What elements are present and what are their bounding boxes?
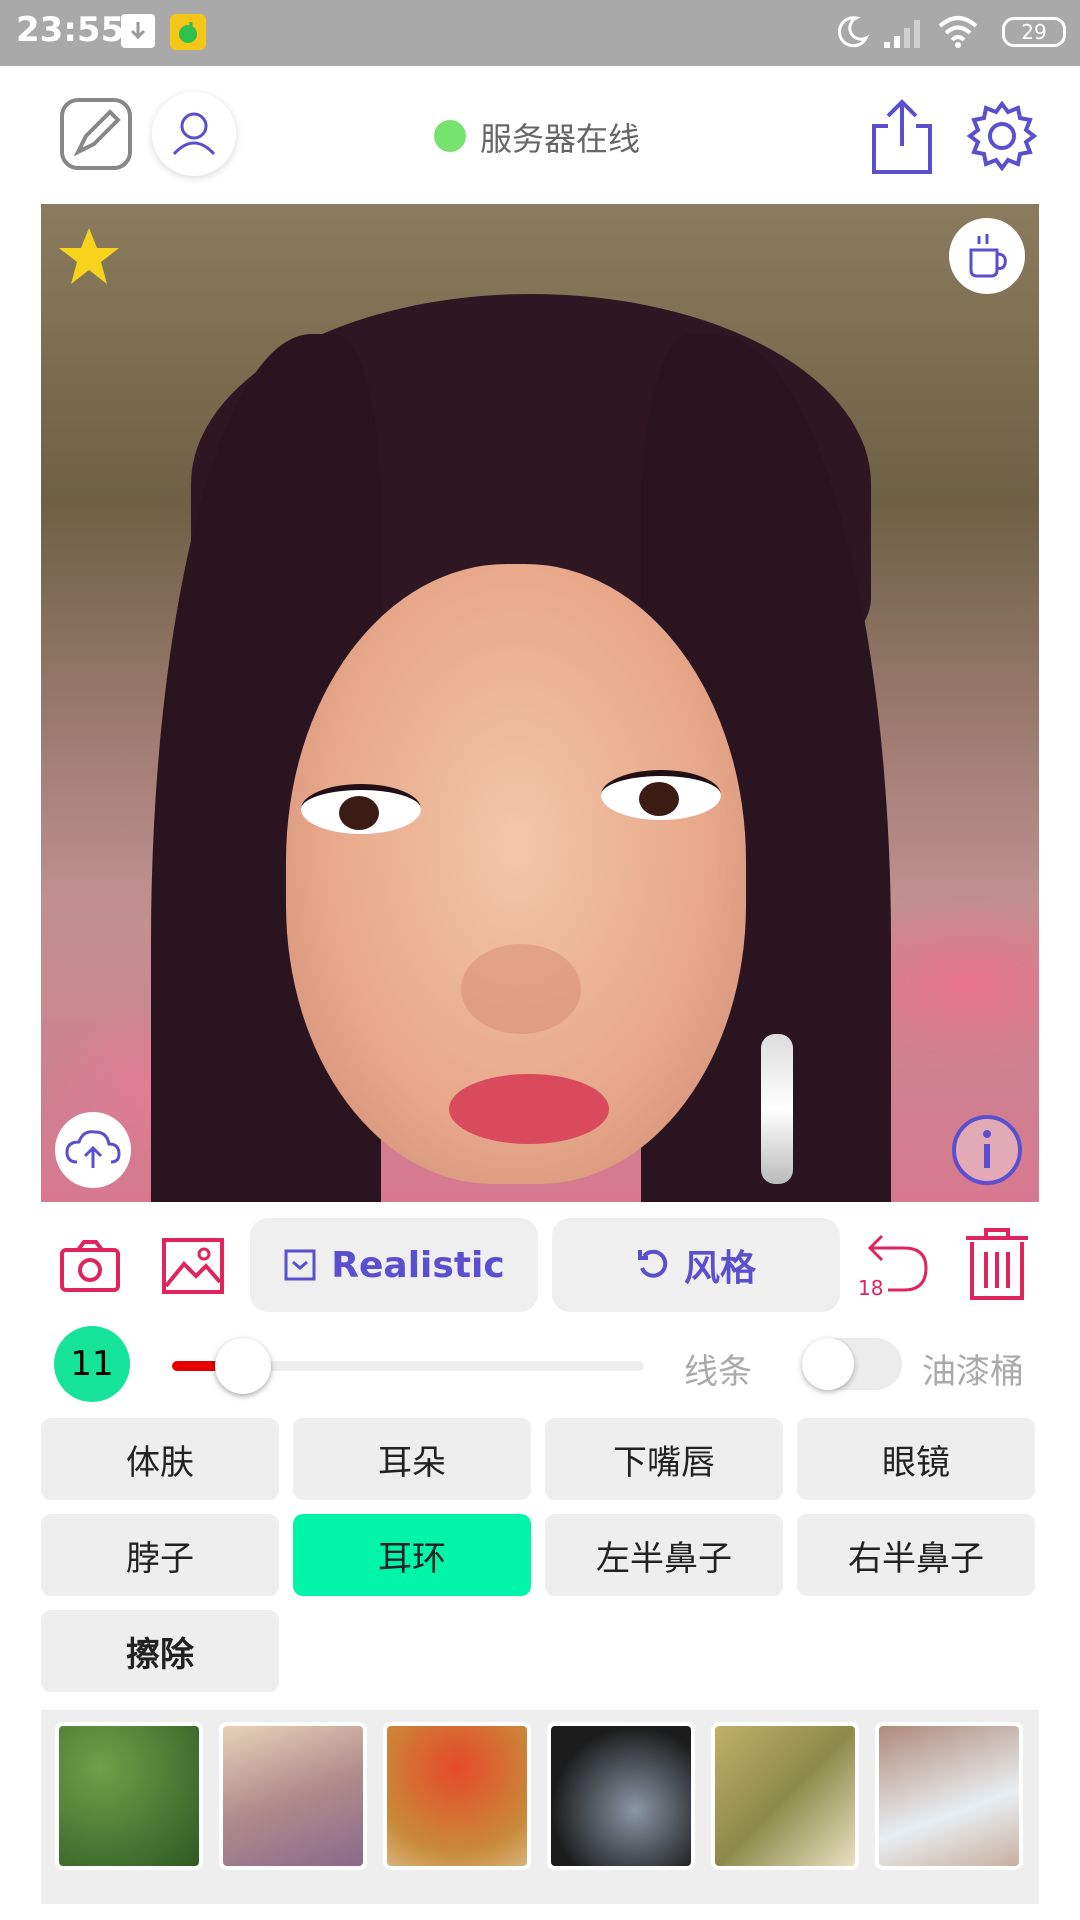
favorite-star-icon[interactable] <box>57 224 121 288</box>
trash-icon <box>966 1228 1028 1300</box>
style-button-label: 风格 <box>683 1248 756 1289</box>
coffee-button[interactable] <box>949 218 1025 294</box>
part-neck[interactable]: 脖子 <box>41 1514 279 1596</box>
share-button[interactable] <box>868 96 936 176</box>
part-left-nose[interactable]: 左半鼻子 <box>545 1514 783 1596</box>
lips <box>449 1074 609 1144</box>
gear-icon <box>966 100 1038 172</box>
download-icon <box>121 14 155 48</box>
part-erase[interactable]: 擦除 <box>41 1610 279 1692</box>
edit-sketch-icon <box>60 98 132 170</box>
settings-button[interactable] <box>964 98 1040 174</box>
share-icon <box>872 99 932 174</box>
nose <box>461 944 581 1034</box>
delete-button[interactable] <box>962 1226 1032 1302</box>
style-thumbnail[interactable] <box>547 1722 695 1870</box>
style-thumbnail[interactable] <box>711 1722 859 1870</box>
style-mode-label: Realistic <box>331 1244 505 1286</box>
style-thumbnail[interactable] <box>383 1722 531 1870</box>
battery-indicator: 29 <box>1002 17 1066 47</box>
part-right-nose[interactable]: 右半鼻子 <box>797 1514 1035 1596</box>
style-thumbnail[interactable] <box>219 1722 367 1870</box>
cloud-upload-icon <box>65 1130 121 1168</box>
style-thumbnail[interactable] <box>875 1722 1023 1870</box>
style-thumbnail[interactable] <box>55 1722 203 1870</box>
toggle-knob <box>802 1338 854 1390</box>
refresh-icon <box>637 1249 668 1278</box>
moon-icon <box>837 16 870 48</box>
upload-button[interactable] <box>55 1112 131 1188</box>
music-app-icon <box>170 14 206 50</box>
account-button[interactable] <box>152 92 236 176</box>
server-status-text: 服务器在线 <box>480 120 641 158</box>
line-mode-label: 线条 <box>684 1352 752 1392</box>
info-icon <box>952 1115 1022 1185</box>
sketch-mode-button[interactable] <box>58 96 134 172</box>
signal-icon <box>884 20 920 48</box>
paint-bucket-label: 油漆桶 <box>922 1352 1024 1392</box>
camera-button[interactable] <box>58 1236 122 1296</box>
style-button[interactable]: 风格 <box>552 1218 840 1312</box>
part-earring[interactable]: 耳环 <box>293 1514 531 1596</box>
paint-bucket-toggle[interactable] <box>802 1338 902 1390</box>
checkbox-icon <box>284 1249 316 1281</box>
earring <box>761 1034 793 1184</box>
brush-size-badge: 11 <box>54 1326 130 1402</box>
camera-icon <box>60 1240 120 1292</box>
status-bar: 23:55 29 <box>0 0 1080 66</box>
user-icon <box>172 112 216 156</box>
part-lower-lip[interactable]: 下嘴唇 <box>545 1418 783 1500</box>
coffee-cup-icon <box>969 234 1007 278</box>
image-icon <box>162 1238 224 1294</box>
info-button[interactable] <box>949 1112 1025 1188</box>
part-skin[interactable]: 体肤 <box>41 1418 279 1500</box>
brush-size-slider-thumb[interactable] <box>214 1338 271 1394</box>
undo-count: 18 <box>858 1276 884 1300</box>
gallery-button[interactable] <box>160 1236 226 1296</box>
part-ears[interactable]: 耳朵 <box>293 1418 531 1500</box>
right-eye <box>601 770 721 820</box>
portrait-canvas[interactable] <box>41 204 1039 1202</box>
status-time: 23:55 <box>16 10 125 50</box>
server-status-dot <box>434 120 466 152</box>
part-glasses[interactable]: 眼镜 <box>797 1418 1035 1500</box>
style-thumbnail-strip[interactable] <box>41 1710 1039 1904</box>
style-mode-button[interactable]: Realistic <box>250 1218 538 1312</box>
wifi-icon <box>938 16 978 48</box>
left-eye <box>301 784 421 834</box>
